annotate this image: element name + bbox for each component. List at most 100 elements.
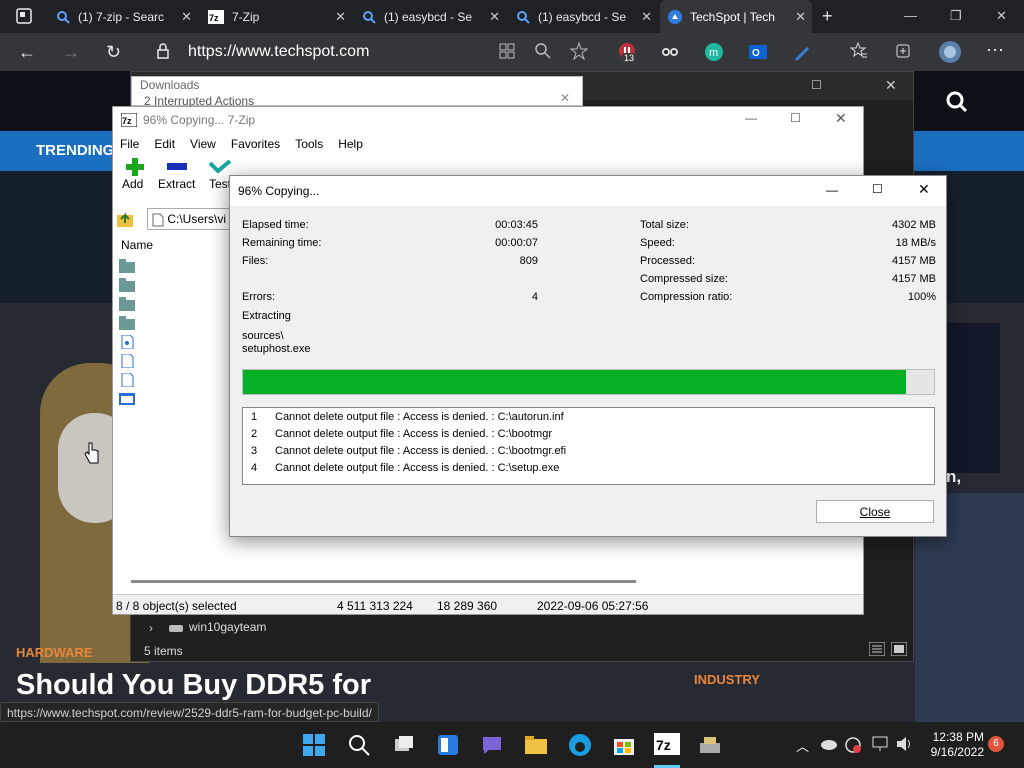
minimize-icon[interactable]: —: [904, 8, 917, 23]
file-explorer-icon[interactable]: [524, 733, 548, 757]
zoom-icon[interactable]: [534, 42, 554, 62]
more-menu-icon[interactable]: ⋯: [986, 40, 1004, 61]
pen-extension-icon[interactable]: [792, 42, 812, 62]
refresh-icon[interactable]: ↻: [106, 42, 121, 63]
store-icon[interactable]: [612, 733, 636, 757]
forward-icon[interactable]: →: [62, 42, 80, 63]
search-icon[interactable]: [946, 91, 968, 113]
tab-7zip[interactable]: 7z 7-Zip ✕: [200, 0, 352, 33]
maximize-icon[interactable]: ☐: [790, 111, 801, 125]
profile-avatar[interactable]: [938, 40, 962, 64]
tab-actions-icon[interactable]: [16, 8, 32, 24]
tab-7zip-search[interactable]: (1) 7-zip - Searc ✕: [48, 0, 198, 33]
tab-techspot[interactable]: TechSpot | Tech ✕: [660, 0, 812, 33]
minimize-icon[interactable]: —: [826, 183, 838, 197]
close-icon[interactable]: ✕: [835, 110, 847, 127]
file-icon[interactable]: [119, 373, 135, 387]
hero-category[interactable]: HARDWARE: [16, 645, 93, 660]
tab-easybcd-2[interactable]: (1) easybcd - Se ✕: [508, 0, 658, 33]
extract-button[interactable]: Extract: [158, 177, 195, 191]
teams-chat-icon[interactable]: [480, 733, 504, 757]
back-icon[interactable]: ←: [18, 42, 36, 63]
close-icon[interactable]: ✕: [335, 9, 346, 25]
file-icon[interactable]: [119, 354, 135, 368]
folder-icon[interactable]: [119, 316, 135, 330]
close-icon[interactable]: ✕: [795, 9, 806, 25]
error-text: Cannot delete output file : Access is de…: [275, 428, 552, 440]
tab-easybcd-1[interactable]: (1) easybcd - Se ✕: [354, 0, 506, 33]
tab-title: (1) 7-zip - Searc: [78, 9, 165, 24]
column-header-name[interactable]: Name: [121, 238, 153, 252]
error-list[interactable]: 1 Cannot delete output file : Access is …: [242, 407, 935, 485]
sync-error-icon[interactable]: [844, 736, 862, 754]
favorites-icon[interactable]: [850, 42, 870, 62]
extension-m-icon[interactable]: m: [704, 42, 724, 62]
details-view-icon[interactable]: [869, 642, 885, 656]
network-icon[interactable]: [872, 736, 890, 752]
remaining-value: 00:00:07: [495, 237, 538, 249]
files-value: 809: [519, 255, 538, 267]
explorer-item[interactable]: win10gayteam: [189, 620, 266, 634]
chevron-right-icon[interactable]: ›: [149, 621, 153, 635]
exe-file-icon[interactable]: [119, 392, 135, 406]
chevron-up-icon[interactable]: ︿: [796, 736, 809, 755]
status-size: 4 511 313 224: [337, 599, 413, 613]
compression-ratio-value: 100%: [907, 291, 936, 303]
new-tab-button[interactable]: +: [822, 6, 833, 27]
compressed-size-value: 4157 MB: [891, 273, 936, 285]
menu-view[interactable]: View: [190, 137, 216, 151]
apps-icon[interactable]: [498, 42, 518, 62]
restore-icon[interactable]: ❐: [950, 8, 962, 24]
extension-glasses-icon[interactable]: [660, 42, 680, 62]
menu-file[interactable]: File: [120, 137, 139, 151]
close-icon[interactable]: ✕: [641, 9, 652, 25]
menu-favorites[interactable]: Favorites: [231, 137, 280, 151]
test-button[interactable]: Test: [209, 177, 231, 191]
notification-badge[interactable]: 6: [988, 736, 1004, 752]
widgets-icon[interactable]: [436, 733, 460, 757]
folder-icon[interactable]: [119, 259, 135, 273]
add-icon: [125, 157, 145, 177]
close-icon[interactable]: ✕: [996, 8, 1007, 24]
tab-title: TechSpot | Tech: [690, 9, 775, 24]
7zip-taskbar-icon[interactable]: 7z: [654, 733, 680, 759]
onedrive-icon[interactable]: [820, 738, 838, 750]
close-icon[interactable]: ✕: [560, 91, 570, 105]
menu-edit[interactable]: Edit: [154, 137, 175, 151]
folder-icon[interactable]: [119, 278, 135, 292]
address-input[interactable]: https://www.techspot.com: [188, 37, 528, 67]
techspot-icon: [668, 9, 682, 24]
progress-bar: [242, 369, 935, 395]
tiles-view-icon[interactable]: [891, 642, 907, 656]
search-icon[interactable]: [347, 733, 371, 757]
side-headline-fragment[interactable]: n,: [946, 467, 961, 487]
settings-file-icon[interactable]: [119, 335, 135, 349]
maximize-icon[interactable]: ☐: [872, 182, 883, 196]
horizontal-scrollbar[interactable]: [131, 580, 636, 583]
menu-tools[interactable]: Tools: [295, 137, 323, 151]
hero-title[interactable]: Should You Buy DDR5 for: [16, 669, 371, 702]
favorite-add-icon[interactable]: [570, 42, 590, 62]
outlook-icon[interactable]: O: [748, 42, 768, 62]
folder-up-icon[interactable]: [117, 211, 133, 227]
add-button[interactable]: Add: [122, 177, 143, 191]
installer-icon[interactable]: [698, 733, 722, 757]
collections-icon[interactable]: [894, 42, 914, 62]
close-icon[interactable]: ✕: [885, 77, 897, 94]
clock[interactable]: 12:38 PM 9/16/2022: [920, 730, 984, 760]
folder-icon[interactable]: [119, 297, 135, 311]
task-view-icon[interactable]: [392, 733, 416, 757]
minimize-icon[interactable]: —: [745, 111, 757, 125]
close-icon[interactable]: ✕: [918, 181, 930, 198]
status-modified: 2022-09-06 05:27:56: [537, 599, 649, 613]
path-input[interactable]: C:\Users\vi: [147, 208, 233, 230]
volume-icon[interactable]: [896, 736, 914, 752]
restore-icon[interactable]: ☐: [811, 78, 822, 92]
close-icon[interactable]: ✕: [181, 9, 192, 25]
close-icon[interactable]: ✕: [489, 9, 500, 25]
edge-icon[interactable]: [568, 733, 592, 757]
close-button[interactable]: Close: [816, 500, 934, 523]
windows-start-icon[interactable]: [302, 733, 326, 757]
side-category[interactable]: INDUSTRY: [694, 672, 760, 687]
menu-help[interactable]: Help: [338, 137, 363, 151]
